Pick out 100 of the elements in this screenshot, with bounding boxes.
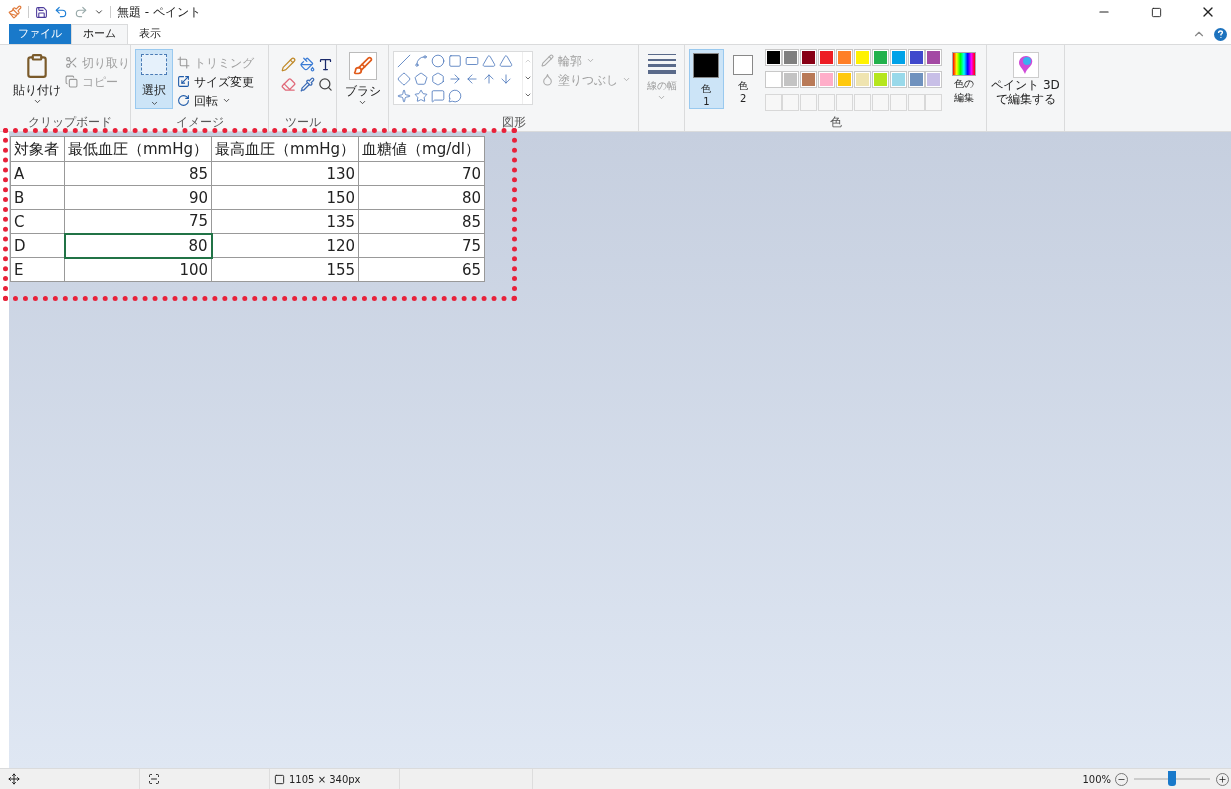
undo-icon <box>54 5 68 19</box>
table-cell: 150 <box>211 185 359 210</box>
palette-swatch[interactable] <box>907 49 925 66</box>
shape-icon[interactable] <box>414 71 428 86</box>
palette-swatch[interactable] <box>836 71 853 89</box>
palette-swatch[interactable] <box>818 49 836 66</box>
cursor-position-icon <box>8 773 20 785</box>
paint-3d-button[interactable]: ペイント 3D で編集する <box>991 49 1060 115</box>
palette-swatch[interactable] <box>800 49 818 66</box>
shape-icon[interactable] <box>397 89 411 104</box>
ribbon-tab[interactable]: ホーム <box>71 24 128 44</box>
palette-swatch[interactable] <box>800 71 818 89</box>
shape-icon[interactable] <box>397 54 411 68</box>
caret-icon <box>358 98 367 107</box>
file-tab[interactable]: ファイル <box>9 24 71 44</box>
pencil-icon[interactable] <box>281 57 296 72</box>
shape-icon[interactable] <box>482 54 496 68</box>
palette-swatch[interactable] <box>925 49 943 66</box>
color-slot-button[interactable]: 色 1 <box>689 49 724 109</box>
window-title: 無題 - ペイント <box>117 4 201 21</box>
table-cell: C <box>10 209 65 234</box>
selection-size-icon <box>148 773 160 785</box>
palette-swatch[interactable] <box>853 71 871 89</box>
table-cell: 65 <box>358 257 485 282</box>
shape-icon[interactable] <box>431 71 445 86</box>
plus-icon <box>1218 774 1227 784</box>
zoom-slider-thumb[interactable] <box>1168 771 1176 786</box>
table-header: 対象者 <box>10 136 65 162</box>
table-header: 最低血圧（mmHg） <box>64 136 212 162</box>
palette-swatch[interactable] <box>853 49 871 66</box>
brush-button[interactable]: ブラシ <box>341 49 384 115</box>
help-icon[interactable] <box>1214 28 1227 41</box>
shape-icon[interactable] <box>414 54 428 68</box>
shape-icon[interactable] <box>431 89 445 104</box>
palette-swatch[interactable] <box>907 71 925 89</box>
shape-icon[interactable] <box>465 71 479 86</box>
table-cell: 85 <box>64 161 212 186</box>
shape-icon[interactable] <box>465 54 479 68</box>
zoom-level-text: 100% <box>1082 772 1111 787</box>
color-spectrum-icon <box>952 52 977 76</box>
restore-icon <box>1150 6 1162 18</box>
edit-colors-button[interactable]: 色の 編集 <box>946 49 982 115</box>
group-label: ツール <box>283 115 322 131</box>
table-cell: E <box>10 257 65 282</box>
ribbon-tab[interactable]: 表示 <box>128 24 172 44</box>
table-cell: 130 <box>211 161 359 186</box>
color-slot-button[interactable]: 色 2 <box>725 49 761 109</box>
brush-icon <box>348 52 377 80</box>
copy-icon <box>65 75 78 88</box>
shape-icon[interactable] <box>499 54 513 68</box>
caret-icon <box>586 56 595 65</box>
palette-swatch[interactable] <box>764 49 782 66</box>
magnifier-icon[interactable] <box>318 77 334 92</box>
eraser-icon[interactable] <box>281 77 296 92</box>
caret-icon <box>222 96 231 105</box>
palette-swatch[interactable] <box>782 71 800 89</box>
shape-icon[interactable] <box>414 89 428 104</box>
table-header: 最高血圧（mmHg） <box>211 136 359 162</box>
ribbon-button[interactable]: 回転 <box>173 91 258 110</box>
palette-swatch[interactable] <box>871 49 889 66</box>
shape-icon[interactable] <box>397 71 411 86</box>
caret-icon <box>149 99 159 108</box>
customize-icon <box>94 7 104 17</box>
shape-icon[interactable] <box>482 71 496 86</box>
fill-icon <box>541 73 554 86</box>
palette-swatch[interactable] <box>889 71 907 89</box>
paste-button[interactable]: 貼り付け <box>13 49 61 115</box>
shape-icon[interactable] <box>448 54 462 68</box>
palette-swatch[interactable] <box>889 49 907 66</box>
caret-icon <box>32 97 42 106</box>
table-header: 血糖値（mg/dl） <box>358 136 485 162</box>
rotate-icon <box>177 94 190 107</box>
image-size-icon <box>274 773 285 785</box>
outline-pencil-icon <box>541 54 554 67</box>
palette-swatch[interactable] <box>782 49 800 66</box>
ribbon-button[interactable]: サイズ変更 <box>173 72 258 91</box>
palette-swatch[interactable] <box>925 71 943 89</box>
shape-icon[interactable] <box>448 71 462 86</box>
text-tool-icon[interactable] <box>318 57 334 72</box>
palette-swatch[interactable] <box>764 71 782 89</box>
table-cell: 85 <box>358 209 485 234</box>
redo-icon <box>74 5 88 19</box>
palette-swatch[interactable] <box>818 71 836 89</box>
table-cell: B <box>10 185 65 210</box>
group-label: 図形 <box>500 115 527 131</box>
fill-bucket-icon[interactable] <box>299 57 315 72</box>
color-picker-icon[interactable] <box>299 77 315 92</box>
palette-swatch[interactable] <box>871 71 889 89</box>
empty-swatch[interactable] <box>836 93 853 111</box>
shape-icon[interactable] <box>431 54 445 68</box>
shape-icon[interactable] <box>499 71 513 86</box>
paint-3d-icon <box>1012 52 1039 78</box>
paint-app-icon <box>8 5 22 19</box>
shape-icon[interactable] <box>448 89 462 104</box>
table-cell: 80 <box>358 185 485 210</box>
table-cell: 100 <box>64 257 212 282</box>
scroll-down-icon[interactable] <box>523 74 532 82</box>
palette-swatch[interactable] <box>836 49 853 66</box>
select-button[interactable]: 選択 <box>135 49 173 109</box>
image-size-text: 1105 × 340px <box>289 772 361 787</box>
